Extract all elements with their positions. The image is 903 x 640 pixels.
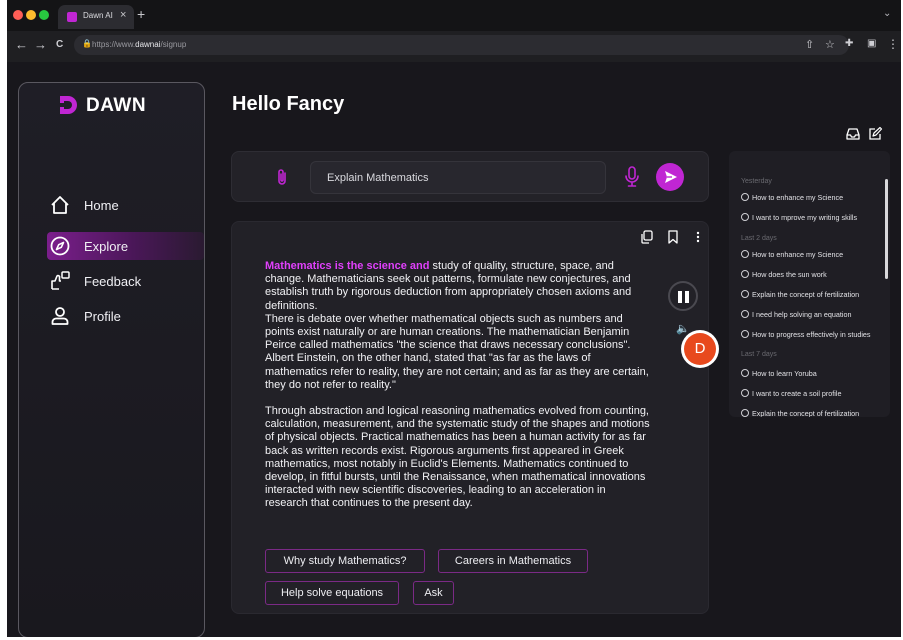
sidebar-item-label: Feedback (84, 274, 142, 289)
suggestion-chip[interactable]: Help solve equations (265, 581, 399, 605)
copy-icon[interactable] (639, 229, 655, 245)
chat-bubble-icon (741, 290, 749, 298)
sidebar-item-profile[interactable]: Profile (47, 302, 204, 330)
tab-bar: Dawn AI × + ⌄ (7, 0, 901, 31)
new-tab-button[interactable]: + (137, 6, 145, 22)
sidebar: DAWN Home Explore Feedback Profile (18, 82, 205, 637)
sidebar-item-label: Profile (84, 309, 121, 324)
avatar[interactable]: D (681, 330, 719, 368)
browser-tab[interactable]: Dawn AI × (58, 5, 134, 29)
history-item[interactable]: How to progress effectively in studies (741, 330, 885, 342)
history-item[interactable]: How to learn Yoruba (741, 369, 885, 381)
feedback-icon (51, 271, 70, 290)
history-group-heading: Last 2 days (741, 235, 777, 242)
chat-bubble-icon (741, 310, 749, 318)
history-item[interactable]: How does the sun work (741, 270, 885, 282)
favicon-icon (67, 12, 77, 22)
user-icon (51, 307, 69, 325)
answer-text: Mathematics is the science and study of … (265, 260, 651, 511)
tab-close-icon[interactable]: × (120, 9, 126, 21)
browser-menu-icon[interactable]: ⋮ (887, 37, 899, 51)
extensions-icon[interactable]: ✚ (845, 38, 853, 49)
chat-bubble-icon (741, 409, 749, 417)
more-vertical-icon[interactable] (690, 229, 706, 245)
lock-icon: 🔒 (82, 39, 92, 48)
sidebar-item-label: Explore (84, 239, 129, 254)
share-icon[interactable]: ⇧ (805, 38, 814, 51)
suggestion-chip[interactable]: Ask (413, 581, 454, 605)
side-panel-icon[interactable]: ▣ (867, 38, 876, 49)
bookmark-icon[interactable] (665, 229, 681, 245)
app-page: DAWN Home Explore Feedback Profile Hello… (7, 62, 901, 637)
inbox-icon[interactable] (845, 126, 861, 142)
chat-bubble-icon (741, 193, 749, 201)
chat-bubble-icon (741, 389, 749, 397)
attachment-clip-icon[interactable] (273, 167, 291, 187)
chat-bubble-icon (741, 369, 749, 377)
new-chat-icon[interactable] (867, 126, 883, 142)
sidebar-item-label: Home (84, 198, 119, 213)
answer-paragraph: Through abstraction and logical reasonin… (265, 405, 650, 510)
microphone-icon[interactable] (623, 166, 641, 188)
dawn-logo-icon (60, 96, 77, 114)
browser-chrome: Dawn AI × + ⌄ ← → C 🔒 https://www.dawnai… (7, 0, 901, 62)
close-window-button[interactable] (13, 10, 23, 20)
send-arrow-icon (665, 171, 677, 183)
suggestion-chip[interactable]: Why study Mathematics? (265, 549, 425, 573)
chat-bubble-icon (741, 330, 749, 338)
history-item[interactable]: Explain the concept of fertilization (741, 290, 885, 302)
history-scrollbar[interactable] (885, 179, 888, 279)
history-item[interactable]: I want to create a soil profile (741, 389, 885, 401)
home-icon (51, 196, 69, 214)
back-arrow-icon[interactable]: ← (15, 37, 28, 52)
reload-icon[interactable]: C (56, 39, 63, 50)
sidebar-item-feedback[interactable]: Feedback (47, 267, 204, 295)
answer-paragraph: Mathematics is the science and study of … (265, 260, 649, 391)
bookmark-star-icon[interactable]: ☆ (825, 38, 835, 51)
address-bar[interactable]: 🔒 https://www.dawnai/signup ⇧ ☆ (74, 35, 849, 55)
prompt-input[interactable] (310, 161, 606, 194)
history-group-heading: Last 7 days (741, 351, 777, 358)
history-group-heading: Yesterday (741, 178, 772, 185)
url-text: https://www.dawnai/signup (92, 40, 187, 49)
prompt-panel (231, 151, 709, 202)
suggestion-chip[interactable]: Careers in Mathematics (438, 549, 588, 573)
brand-name: DAWN (86, 95, 147, 116)
tab-title: Dawn AI (83, 11, 113, 20)
chat-bubble-icon (741, 213, 749, 221)
compass-icon (50, 236, 70, 256)
chat-bubble-icon (741, 270, 749, 278)
chat-history-panel: Yesterday How to enhance my Science I wa… (729, 151, 890, 417)
history-item[interactable]: I need help solving an equation (741, 310, 885, 322)
history-item[interactable]: How to enhance my Science (741, 193, 885, 205)
tab-search-icon[interactable]: ⌄ (883, 8, 891, 19)
history-item[interactable]: Explain the concept of fertilization (741, 409, 885, 417)
chat-bubble-icon (741, 250, 749, 258)
send-button[interactable] (656, 163, 684, 191)
minimize-window-button[interactable] (26, 10, 36, 20)
page-title: Hello Fancy (232, 93, 345, 115)
sidebar-item-explore[interactable]: Explore (47, 232, 204, 260)
pause-button[interactable] (668, 281, 698, 311)
sidebar-item-home[interactable]: Home (47, 191, 204, 219)
maximize-window-button[interactable] (39, 10, 49, 20)
history-item[interactable]: I want to mprove my writing skills (741, 213, 885, 225)
answer-card: Mathematics is the science and study of … (231, 221, 719, 614)
answer-highlight: Mathematics is the science and (265, 260, 430, 272)
navigation-bar: ← → C 🔒 https://www.dawnai/signup ⇧ ☆ ✚ … (7, 31, 901, 60)
forward-arrow-icon[interactable]: → (34, 37, 47, 52)
history-item[interactable]: How to enhance my Science (741, 250, 885, 262)
